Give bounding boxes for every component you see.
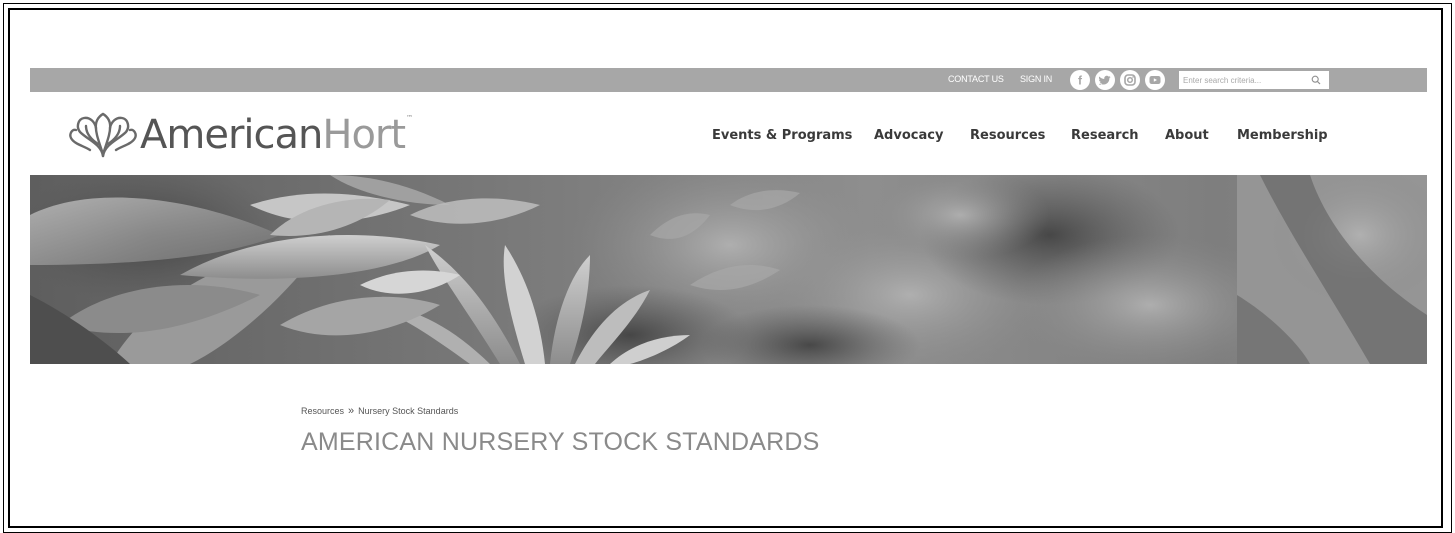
search-icon[interactable]	[1311, 75, 1321, 85]
facebook-icon[interactable]: f	[1070, 70, 1090, 90]
instagram-icon[interactable]	[1120, 70, 1140, 90]
trademark-mark: ™	[406, 114, 413, 122]
page-title: AMERICAN NURSERY STOCK STANDARDS	[301, 428, 820, 456]
nav-events-programs[interactable]: Events & Programs	[712, 128, 852, 143]
nav-research[interactable]: Research	[1071, 128, 1139, 143]
nav-advocacy[interactable]: Advocacy	[874, 128, 943, 143]
utility-bar: CONTACT US SIGN IN f	[30, 68, 1427, 92]
main-nav: Events & Programs Advocacy Resources Res…	[0, 128, 1455, 148]
sign-in-link[interactable]: SIGN IN	[1020, 74, 1052, 84]
youtube-icon[interactable]	[1145, 70, 1165, 90]
nav-membership[interactable]: Membership	[1237, 128, 1328, 143]
svg-text:f: f	[1078, 74, 1083, 88]
breadcrumb: Resources » Nursery Stock Standards	[301, 405, 458, 417]
nav-resources[interactable]: Resources	[970, 128, 1045, 143]
search-box	[1179, 71, 1329, 89]
succulent-photo	[30, 175, 1427, 364]
breadcrumb-resources[interactable]: Resources	[301, 406, 344, 416]
breadcrumb-current: Nursery Stock Standards	[358, 406, 459, 416]
contact-us-link[interactable]: CONTACT US	[948, 74, 1004, 84]
hero-banner-image	[30, 175, 1427, 364]
breadcrumb-separator: »	[348, 405, 355, 417]
twitter-icon[interactable]	[1095, 70, 1115, 90]
nav-about[interactable]: About	[1165, 128, 1209, 143]
search-input[interactable]	[1183, 73, 1301, 87]
